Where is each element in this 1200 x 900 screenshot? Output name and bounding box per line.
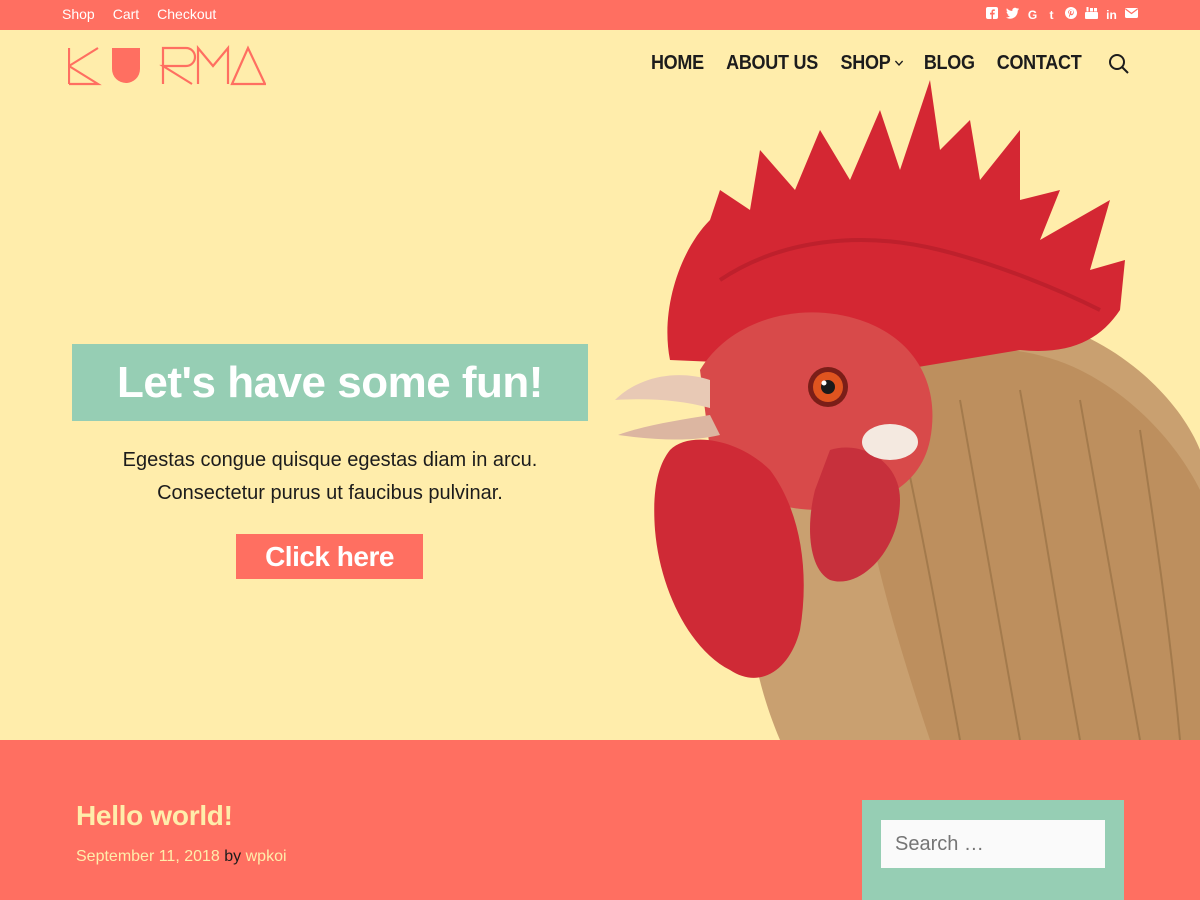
linkedin-icon[interactable]: in xyxy=(1106,8,1117,22)
post-by: by xyxy=(224,848,242,865)
post-title[interactable]: Hello world! xyxy=(76,800,233,832)
facebook-icon[interactable] xyxy=(986,7,998,22)
chevron-down-icon xyxy=(895,60,904,67)
search-input[interactable] xyxy=(881,820,1105,868)
top-link-shop[interactable]: Shop xyxy=(62,6,95,22)
hero-subtitle-line-2: Consectetur purus ut faucibus pulvinar. xyxy=(157,482,503,504)
twitter-icon[interactable] xyxy=(1006,7,1019,22)
top-link-cart[interactable]: Cart xyxy=(113,6,139,22)
post-author[interactable]: wpkoi xyxy=(246,848,287,865)
hero-title-box: Let's have some fun! xyxy=(72,344,588,421)
hero-subtitle-line-1: Egestas congue quisque egestas diam in a… xyxy=(122,449,538,471)
top-bar: Shop Cart Checkout G t in xyxy=(0,0,1200,30)
click-here-button[interactable]: Click here xyxy=(236,534,423,579)
email-icon[interactable] xyxy=(1125,7,1138,22)
post-meta: September 11, 2018 by wpkoi xyxy=(76,848,287,866)
tumblr-icon[interactable]: t xyxy=(1046,8,1057,22)
social-icons: G t in xyxy=(986,7,1138,22)
hero-title: Let's have some fun! xyxy=(117,357,543,407)
top-link-checkout[interactable]: Checkout xyxy=(157,6,216,22)
site-logo[interactable] xyxy=(68,45,266,87)
youtube-icon[interactable] xyxy=(1085,7,1098,22)
google-plus-icon[interactable]: G xyxy=(1027,8,1038,22)
rooster-image xyxy=(615,80,1200,740)
pinterest-icon[interactable] xyxy=(1065,7,1077,22)
top-links: Shop Cart Checkout xyxy=(62,6,216,22)
post-date[interactable]: September 11, 2018 xyxy=(76,848,220,865)
hero-subtitle: Egestas congue quisque egestas diam in a… xyxy=(72,444,588,510)
